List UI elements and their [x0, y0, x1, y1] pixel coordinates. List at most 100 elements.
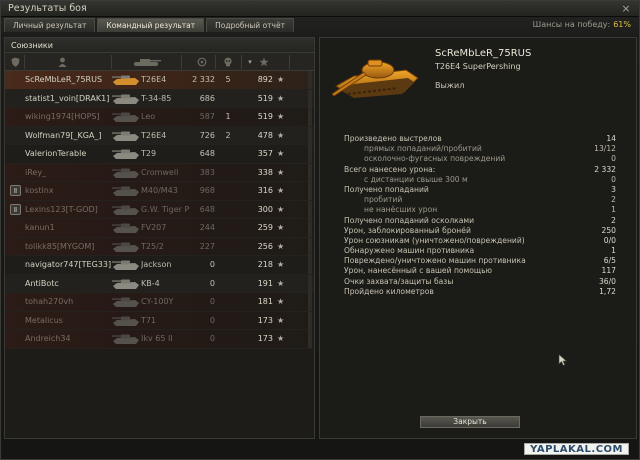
xp-value: 519	[257, 93, 273, 103]
row-scroll-track	[308, 200, 312, 219]
stat-row: Обнаружено машин противника 1	[340, 246, 620, 256]
table-row[interactable]: tohah270vh CY-100Y 0 181 ★	[5, 293, 314, 312]
player-name[interactable]: ValerionTerable	[25, 149, 111, 159]
platoon-badge: Ⅱ	[10, 185, 21, 196]
tab-team-result[interactable]: Командный результат	[97, 18, 205, 32]
stat-row: Пройдено километров 1,72	[340, 287, 620, 297]
stat-row: Получено попаданий осколками 2	[340, 216, 620, 226]
player-name[interactable]: statist1_voin[DRAK1]	[25, 94, 111, 104]
allies-table-body: ScReMbLeR_75RUS T26E4 2 332 5 892 ★ statist1_v…	[5, 71, 314, 349]
stat-label: Повреждено/уничтожено машин противника	[344, 256, 526, 266]
table-row[interactable]: Ⅱ Lexins123[T-GOD] G.W. Tiger P 648 300 ★	[5, 200, 314, 219]
star-icon: ★	[277, 93, 285, 103]
tank-icon	[111, 91, 141, 107]
tab-bar: Личный результат Командный результат Под…	[4, 18, 294, 32]
shield-icon[interactable]	[9, 57, 21, 70]
stat-label: Урон, нанесённый с вашей помощью	[344, 266, 492, 276]
table-row[interactable]: AntiBotc KB-4 0 191 ★	[5, 274, 314, 293]
kills-value: 5	[225, 75, 231, 84]
detail-status: Выжил	[435, 81, 465, 90]
table-row[interactable]: Ⅱkostinx M40/M43 968 316 ★	[5, 182, 314, 201]
player-name[interactable]: Wolfman79[_KGA_]	[25, 131, 111, 141]
player-name[interactable]: Metalicus	[25, 316, 111, 326]
player-name[interactable]: kostinx	[25, 186, 111, 196]
stat-row: не нанёсших урон 1	[340, 205, 620, 215]
kills-value: 2	[225, 130, 231, 140]
tank-icon	[111, 109, 141, 125]
row-scroll-track	[308, 126, 312, 145]
stat-label: осколочно-фугасных повреждений	[364, 154, 506, 164]
player-name[interactable]: tohah270vh	[25, 297, 111, 307]
damage-value: 383	[199, 167, 215, 177]
stat-label: Очки захвата/защиты базы	[344, 276, 454, 286]
xp-value: 218	[257, 260, 273, 269]
stat-value: 13/12	[594, 144, 616, 154]
star-icon[interactable]	[257, 57, 271, 70]
damage-value: 2 332	[192, 75, 215, 84]
table-row[interactable]: Metalicus T71 0 173 ★	[5, 311, 314, 330]
xp-value: 181	[257, 297, 273, 306]
table-row[interactable]: wiking1974[HOPS] Leo 587 1 519 ★	[5, 108, 314, 127]
row-scroll-track	[308, 163, 312, 182]
stat-label: Пройдено километров	[344, 286, 434, 296]
tab-personal-result[interactable]: Личный результат	[4, 18, 96, 32]
damage-value: 0	[209, 278, 215, 288]
xp-value: 256	[257, 241, 273, 251]
skull-icon[interactable]	[221, 57, 235, 70]
xp-value: 173	[257, 315, 273, 325]
player-icon[interactable]	[55, 57, 69, 70]
row-scroll-track	[308, 108, 312, 126]
row-scroll-track	[308, 71, 312, 89]
damage-value: 726	[199, 130, 215, 140]
close-button[interactable]: Закрыть	[420, 416, 520, 428]
stat-label: не нанёсших урон	[364, 205, 438, 215]
table-row[interactable]: ScReMbLeR_75RUS T26E4 2 332 5 892 ★	[5, 71, 314, 90]
star-icon: ★	[277, 75, 285, 84]
table-row[interactable]: kanun1 FV207 244 259 ★	[5, 219, 314, 238]
player-name[interactable]: tolikk85[MYGOM]	[25, 242, 111, 252]
table-row[interactable]: ValerionTerable T29 648 357 ★	[5, 145, 314, 164]
player-name[interactable]: navigator747[TEG33]	[25, 260, 111, 270]
stat-value: 0/0	[603, 235, 616, 245]
allies-panel-title: Союзники	[5, 38, 314, 53]
detail-tank-name: T26E4 SuperPershing	[435, 62, 521, 71]
close-icon[interactable]: ×	[619, 2, 633, 15]
tank-icon	[111, 183, 141, 199]
tank-icon	[111, 220, 141, 236]
tab-detailed-report[interactable]: Подробный отчёт	[206, 18, 294, 32]
xp-value: 892	[257, 75, 273, 84]
sort-indicator-icon: ▾	[248, 58, 252, 66]
title-bar[interactable]: Результаты боя ×	[1, 1, 639, 17]
damage-value: 0	[209, 334, 215, 343]
table-row[interactable]: Wolfman79[_KGA_] T26E4 726 2 478 ★	[5, 126, 314, 145]
table-row[interactable]: Andreich34 Ikv 65 II 0 173 ★	[5, 330, 314, 349]
star-icon: ★	[277, 278, 285, 288]
table-row[interactable]: iRey_ Cromwell 383 338 ★	[5, 163, 314, 182]
stat-row: Урон, нанесённый с вашей помощью 117	[340, 266, 620, 276]
table-row[interactable]: statist1_voin[DRAK1] T-34-85 686 519 ★	[5, 89, 314, 108]
table-row[interactable]: navigator747[TEG33] Jackson 0 218 ★	[5, 256, 314, 275]
row-scroll-track	[308, 274, 312, 293]
stat-row: Произведено выстрелов 14	[340, 134, 620, 144]
target-icon[interactable]	[195, 57, 209, 70]
damage-value: 244	[199, 223, 215, 232]
row-scroll-track	[308, 293, 312, 311]
player-name[interactable]: ScReMbLeR_75RUS	[25, 75, 111, 85]
player-name[interactable]: Lexins123[T-GOD]	[25, 205, 111, 215]
player-name[interactable]: iRey_	[25, 168, 111, 178]
stat-value: 2	[611, 215, 616, 225]
stat-row: Урон союзникам (уничтожено/повреждений) 0…	[340, 236, 620, 246]
stat-value: 6/5	[603, 256, 616, 266]
table-row[interactable]: tolikk85[MYGOM] T25/2 227 256 ★	[5, 237, 314, 256]
player-name[interactable]: AntiBotc	[25, 279, 111, 289]
player-name[interactable]: kanun1	[25, 223, 111, 233]
tank-icon[interactable]	[127, 57, 167, 70]
player-name[interactable]: wiking1974[HOPS]	[25, 112, 111, 122]
stat-value: 2	[611, 195, 616, 205]
player-name[interactable]: Andreich34	[25, 334, 111, 344]
star-icon: ★	[277, 149, 285, 158]
damage-value: 0	[209, 315, 215, 325]
tank-icon	[111, 257, 141, 273]
stat-label: Урон союзникам (уничтожено/повреждений)	[344, 235, 525, 245]
stat-label: Урон, заблокированный бронёй	[344, 225, 471, 235]
